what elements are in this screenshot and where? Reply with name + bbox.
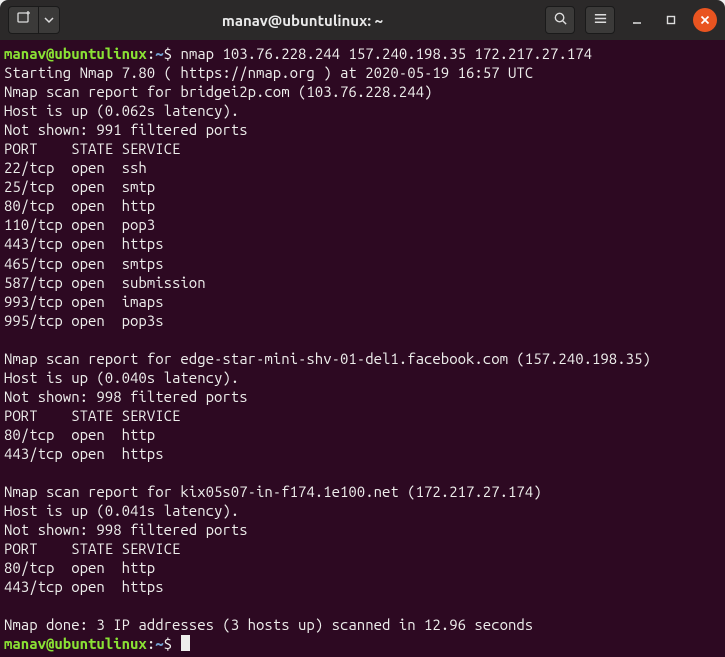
menu-button[interactable] [585,6,615,34]
prompt-userhost: manav@ubuntulinux [4,45,147,62]
new-tab-dropdown[interactable] [38,6,60,34]
output-line: 80/tcp open http [4,559,155,576]
maximize-icon [665,14,677,26]
output-line: Host is up (0.040s latency). [4,369,239,386]
output-line: Not shown: 991 filtered ports [4,121,248,138]
prompt-userhost: manav@ubuntulinux [4,635,147,652]
output-line: 465/tcp open smtps [4,255,164,272]
output-line: Starting Nmap 7.80 ( https://nmap.org ) … [4,64,533,81]
output-line: PORT STATE SERVICE [4,140,180,157]
output-line: 22/tcp open ssh [4,159,147,176]
output-line: PORT STATE SERVICE [4,540,180,557]
output-line: 443/tcp open https [4,445,164,462]
titlebar-right-controls [545,6,717,34]
output-line: 25/tcp open smtp [4,178,155,195]
output-line: 587/tcp open submission [4,274,206,291]
output-line: Nmap scan report for bridgei2p.com (103.… [4,83,432,100]
new-tab-button[interactable] [8,6,38,34]
window-title: manav@ubuntulinux: ~ [66,12,539,29]
output-line: Host is up (0.062s latency). [4,102,239,119]
new-tab-combo [8,6,60,34]
search-icon [553,11,568,30]
output-line: Nmap scan report for edge-star-mini-shv-… [4,350,651,367]
close-icon [699,14,711,26]
output-line: 995/tcp open pop3s [4,312,164,329]
chevron-down-icon [44,11,54,29]
prompt-end: $ [164,635,172,652]
search-button[interactable] [545,6,575,34]
prompt-end: $ [164,45,172,62]
output-line: 993/tcp open imaps [4,293,164,310]
output-line: PORT STATE SERVICE [4,407,180,424]
terminal-window: manav@ubuntulinux: ~ [0,0,725,657]
minimize-button[interactable] [625,8,649,32]
cursor [181,635,190,651]
close-button[interactable] [693,8,717,32]
output-line: Not shown: 998 filtered ports [4,521,248,538]
output-line: Nmap done: 3 IP addresses (3 hosts up) s… [4,616,533,633]
titlebar-left-controls [8,6,60,34]
output-line: Not shown: 998 filtered ports [4,388,248,405]
output-line: 443/tcp open https [4,235,164,252]
prompt-sep: : [147,45,155,62]
maximize-button[interactable] [659,8,683,32]
prompt-path: ~ [155,45,163,62]
output-line: 80/tcp open http [4,426,155,443]
output-line: 443/tcp open https [4,578,164,595]
terminal-body[interactable]: manav@ubuntulinux:~$ nmap 103.76.228.244… [0,40,725,657]
command-text: nmap 103.76.228.244 157.240.198.35 172.2… [180,45,592,62]
output-line: Nmap scan report for kix05s07-in-f174.1e… [4,483,542,500]
output-line: Host is up (0.041s latency). [4,502,239,519]
titlebar: manav@ubuntulinux: ~ [0,0,725,40]
prompt-path: ~ [155,635,163,652]
output-line: 110/tcp open pop3 [4,216,155,233]
hamburger-icon [593,11,608,30]
output-line: 80/tcp open http [4,197,155,214]
new-tab-icon [16,10,32,30]
prompt-sep: : [147,635,155,652]
minimize-icon [631,14,643,26]
